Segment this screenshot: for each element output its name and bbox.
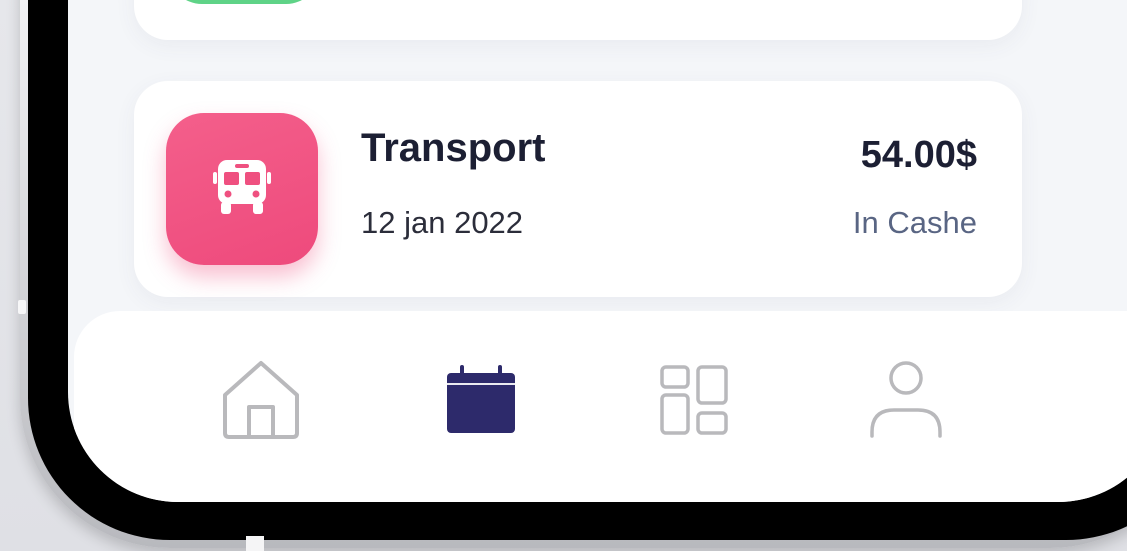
bus-icon — [213, 160, 271, 214]
phone-screen: Transport 12 jan 2022 54.00$ In Cashe — [68, 0, 1127, 502]
phone-side-button — [18, 300, 26, 314]
home-icon — [223, 361, 299, 439]
app-stage: Transport 12 jan 2022 54.00$ In Cashe — [0, 0, 1127, 551]
nav-profile-button[interactable] — [865, 359, 947, 441]
transaction-amount: 54.00$ — [860, 134, 977, 176]
user-icon — [870, 361, 942, 438]
transaction-date: 12 jan 2022 — [361, 205, 524, 240]
phone-edge-mark — [246, 536, 264, 551]
bottom-navigation — [74, 311, 1127, 502]
grid-icon — [660, 365, 728, 435]
nav-dashboard-button[interactable] — [653, 359, 735, 441]
transaction-category: Transport — [361, 126, 546, 170]
calendar-icon — [447, 365, 515, 433]
nav-calendar-button[interactable] — [440, 359, 522, 441]
category-icon-tile — [166, 113, 318, 265]
transaction-card-transport[interactable]: Transport 12 jan 2022 54.00$ In Cashe — [134, 81, 1022, 297]
payment-method: In Cashe — [852, 205, 977, 240]
nav-home-button[interactable] — [220, 359, 302, 441]
transaction-card-previous[interactable] — [134, 0, 1022, 40]
